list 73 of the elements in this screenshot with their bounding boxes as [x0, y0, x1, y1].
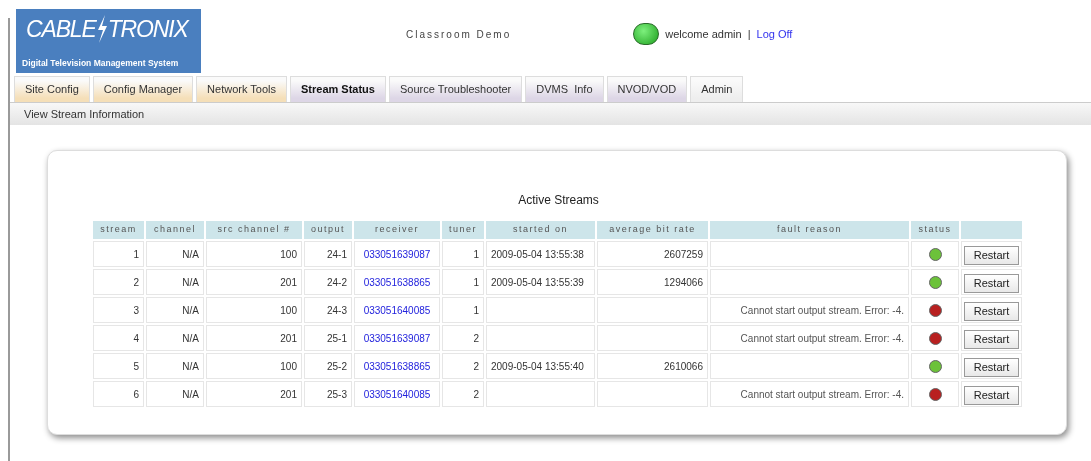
table-cell: 201: [280, 276, 297, 288]
table-cell: Cannot start output stream. Error: -4.: [740, 388, 904, 400]
table-cell: 2: [473, 388, 479, 400]
logo-tagline: Digital Television Management System: [22, 57, 180, 70]
table-cell: 25-2: [327, 360, 347, 372]
table-cell: Cannot start output stream. Error: -4.: [740, 332, 904, 344]
table-cell: 100: [280, 248, 297, 260]
restart-button[interactable]: Restart: [964, 245, 1019, 265]
table-cell: 6: [133, 388, 139, 400]
table-cell: 2607259: [664, 248, 703, 260]
table-cell: 1: [133, 248, 139, 260]
table-cell: 5: [133, 360, 139, 372]
separator: |: [747, 26, 751, 42]
table-cell: 4: [133, 332, 139, 344]
table-cell: N/A: [182, 276, 199, 288]
table-cell: N/A: [182, 304, 199, 316]
table-cell: 2009-05-04 13:55:40: [491, 360, 584, 372]
column-header: tuner: [442, 221, 484, 239]
bolt-icon: [95, 15, 108, 43]
nav-tab[interactable]: Source Troubleshooter: [388, 76, 523, 102]
table-title: Active Streams: [517, 192, 600, 209]
restart-button[interactable]: Restart: [964, 329, 1019, 349]
table-cell: 1: [473, 304, 479, 316]
table-cell: 100: [280, 304, 297, 316]
nav-tab[interactable]: Config Manager: [92, 76, 194, 102]
column-header: fault reason: [710, 221, 909, 239]
logo-text: CABLE: [26, 17, 96, 41]
nav-tab[interactable]: DVMS Info: [525, 76, 604, 102]
table-cell: 2009-05-04 13:55:39: [491, 276, 584, 288]
nav-tab[interactable]: NVOD/VOD: [606, 76, 688, 102]
table-cell: 201: [280, 332, 297, 344]
table-cell: 100: [280, 360, 297, 372]
column-header: channel: [146, 221, 204, 239]
subnav-link[interactable]: View Stream Information: [24, 105, 145, 123]
table-cell: 2610066: [664, 360, 703, 372]
table-cell: 2009-05-04 13:55:38: [491, 248, 584, 260]
table-cell: 25-3: [327, 388, 347, 400]
restart-button[interactable]: Restart: [964, 273, 1019, 293]
table-cell: 25-1: [327, 332, 347, 344]
table-cell: N/A: [182, 388, 199, 400]
nav-tab[interactable]: Site Config: [14, 76, 90, 102]
table-cell: 24-3: [327, 304, 347, 316]
table-cell: N/A: [182, 248, 199, 260]
nav-tab[interactable]: Stream Status: [290, 76, 386, 102]
table-cell: 1: [473, 248, 479, 260]
table-cell: N/A: [182, 332, 199, 344]
table-cell: 24-2: [327, 276, 347, 288]
nav-tab[interactable]: Network Tools: [196, 76, 287, 102]
column-header: average bit rate: [597, 221, 708, 239]
table-cell: 201: [280, 388, 297, 400]
nav-tab[interactable]: Admin: [690, 76, 744, 102]
column-header: src channel #: [206, 221, 302, 239]
table-cell: 24-1: [327, 248, 347, 260]
restart-button[interactable]: Restart: [964, 301, 1019, 321]
table-cell: 1: [473, 276, 479, 288]
table-cell: Cannot start output stream. Error: -4.: [740, 304, 904, 316]
site-name: Classroom Demo: [406, 27, 512, 42]
table-cell: 1294066: [664, 276, 703, 288]
column-header: started on: [486, 221, 595, 239]
column-header: receiver: [354, 221, 440, 239]
column-header: status: [911, 221, 959, 239]
table-cell: 2: [473, 332, 479, 344]
column-header: output: [304, 221, 352, 239]
column-header: stream: [93, 221, 144, 239]
logout-link[interactable]: Log Off: [756, 25, 793, 43]
table-cell: 3: [133, 304, 139, 316]
welcome-text: welcome admin: [665, 26, 742, 42]
table-cell: 2: [473, 360, 479, 372]
table-cell: 2: [133, 276, 139, 288]
logo-text: TRONIX: [107, 17, 188, 41]
table-cell: N/A: [182, 360, 199, 372]
restart-button[interactable]: Restart: [964, 385, 1019, 405]
restart-button[interactable]: Restart: [964, 357, 1019, 377]
